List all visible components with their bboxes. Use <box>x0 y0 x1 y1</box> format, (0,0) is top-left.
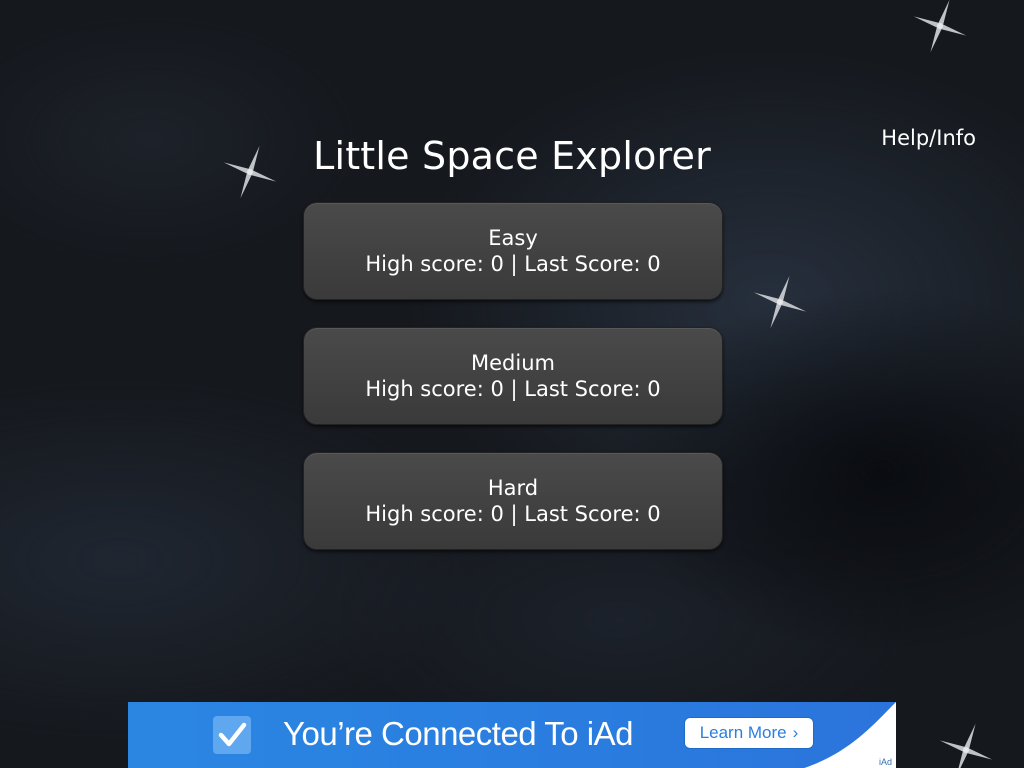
learn-more-label: Learn More <box>699 723 787 742</box>
mode-name-label: Easy <box>488 225 538 250</box>
help-info-button[interactable]: Help/Info <box>881 126 976 150</box>
mode-name-label: Hard <box>487 475 539 500</box>
medium-mode-button[interactable]: Medium High score: 0 | Last Score: 0 <box>303 327 723 425</box>
mode-scores-label: High score: 0 | Last Score: 0 <box>365 376 661 401</box>
easy-mode-button[interactable]: Easy High score: 0 | Last Score: 0 <box>303 202 723 300</box>
star-icon <box>936 720 996 768</box>
learn-more-button[interactable]: Learn More › <box>684 717 814 749</box>
checkbox-check-icon <box>213 716 251 754</box>
game-title: Little Space Explorer <box>313 134 711 178</box>
mode-scores-label: High score: 0 | Last Score: 0 <box>365 501 661 526</box>
hard-mode-button[interactable]: Hard High score: 0 | Last Score: 0 <box>303 452 723 550</box>
mode-scores-label: High score: 0 | Last Score: 0 <box>365 251 661 276</box>
iad-tag: iAd <box>878 757 892 767</box>
star-icon <box>910 0 970 56</box>
star-icon <box>750 272 810 332</box>
chevron-right-icon: › <box>792 723 799 742</box>
ad-banner[interactable]: You’re Connected To iAd Learn More › iAd <box>128 702 896 768</box>
ad-headline: You’re Connected To iAd <box>283 715 633 752</box>
mode-name-label: Medium <box>471 350 555 375</box>
